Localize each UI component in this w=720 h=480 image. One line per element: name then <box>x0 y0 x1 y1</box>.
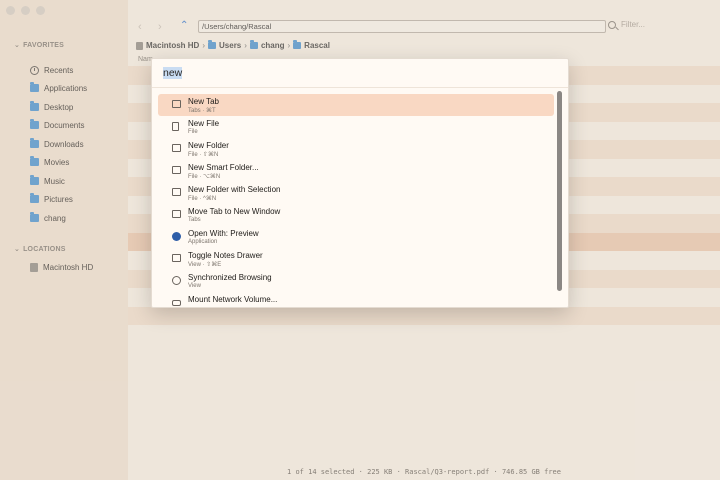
new-file-icon <box>172 122 182 131</box>
command-palette: new New Tab Tabs · ⌘T New File File New … <box>151 58 569 308</box>
command-new-folder-with-selection[interactable]: New Folder with Selection File · ^⌘N <box>158 182 554 204</box>
command-new-folder[interactable]: New Folder File · ⇧⌘N <box>158 138 554 160</box>
network-drive-icon <box>172 298 182 307</box>
preview-app-icon <box>172 232 182 241</box>
command-search-input[interactable]: new <box>163 67 183 79</box>
command-new-tab[interactable]: New Tab Tabs · ⌘T <box>158 94 554 116</box>
folder-selection-icon <box>172 188 182 197</box>
command-new-file[interactable]: New File File <box>158 116 554 138</box>
palette-scrollbar[interactable] <box>557 91 562 291</box>
notes-drawer-icon <box>172 254 182 263</box>
move-tab-icon <box>172 210 182 219</box>
divider <box>152 87 568 88</box>
new-folder-icon <box>172 144 182 153</box>
command-synchronized-browsing[interactable]: Synchronized Browsing View <box>158 270 554 292</box>
command-new-smart-folder[interactable]: New Smart Folder... File · ⌥⌘N <box>158 160 554 182</box>
command-open-with-preview[interactable]: Open With: Preview Application <box>158 226 554 248</box>
command-toggle-notes-drawer[interactable]: Toggle Notes Drawer View · ⇧⌘E <box>158 248 554 270</box>
new-tab-icon <box>172 100 182 109</box>
command-move-tab-to-new-window[interactable]: Move Tab to New Window Tabs <box>158 204 554 226</box>
sync-icon <box>172 276 182 285</box>
smart-folder-icon <box>172 166 182 175</box>
command-mount-network-volume[interactable]: Mount Network Volume... <box>158 292 554 307</box>
command-results: New Tab Tabs · ⌘T New File File New Fold… <box>158 94 554 307</box>
